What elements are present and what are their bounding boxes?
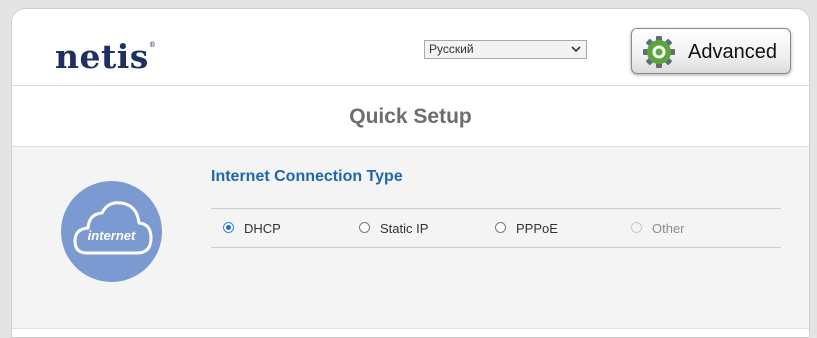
internet-section: internet Internet Connection Type DHCP S… bbox=[12, 147, 809, 328]
connection-type-radio-group: DHCP Static IP PPPoE Other bbox=[211, 208, 781, 248]
chevron-down-icon bbox=[571, 46, 581, 53]
page-title: Quick Setup bbox=[349, 105, 472, 128]
radio-button-other bbox=[631, 222, 642, 233]
router-panel: netis® Русский Advanced Quick Setup inte… bbox=[11, 8, 810, 338]
title-bar: Quick Setup bbox=[12, 86, 809, 146]
advanced-button-label: Advanced bbox=[688, 41, 777, 63]
netis-logo: netis® bbox=[55, 37, 157, 76]
section-title: Internet Connection Type bbox=[211, 168, 403, 185]
language-select[interactable]: Русский bbox=[424, 40, 587, 59]
internet-cloud-icon: internet bbox=[61, 181, 162, 282]
radio-label-static-ip[interactable]: Static IP bbox=[380, 221, 428, 236]
advanced-button[interactable]: Advanced bbox=[631, 28, 791, 74]
header: netis® Русский Advanced bbox=[12, 9, 809, 86]
gear-icon bbox=[643, 36, 675, 68]
radio-button-static-ip[interactable] bbox=[359, 222, 370, 233]
radio-label-pppoe[interactable]: PPPoE bbox=[516, 221, 558, 236]
radio-button-dhcp[interactable] bbox=[223, 222, 234, 233]
section-bottom-divider bbox=[12, 328, 809, 329]
radio-label-dhcp[interactable]: DHCP bbox=[244, 221, 281, 236]
language-select-value: Русский bbox=[429, 42, 474, 56]
internet-icon-label: internet bbox=[87, 228, 136, 243]
radio-label-other: Other bbox=[652, 221, 685, 236]
radio-button-pppoe[interactable] bbox=[495, 222, 506, 233]
